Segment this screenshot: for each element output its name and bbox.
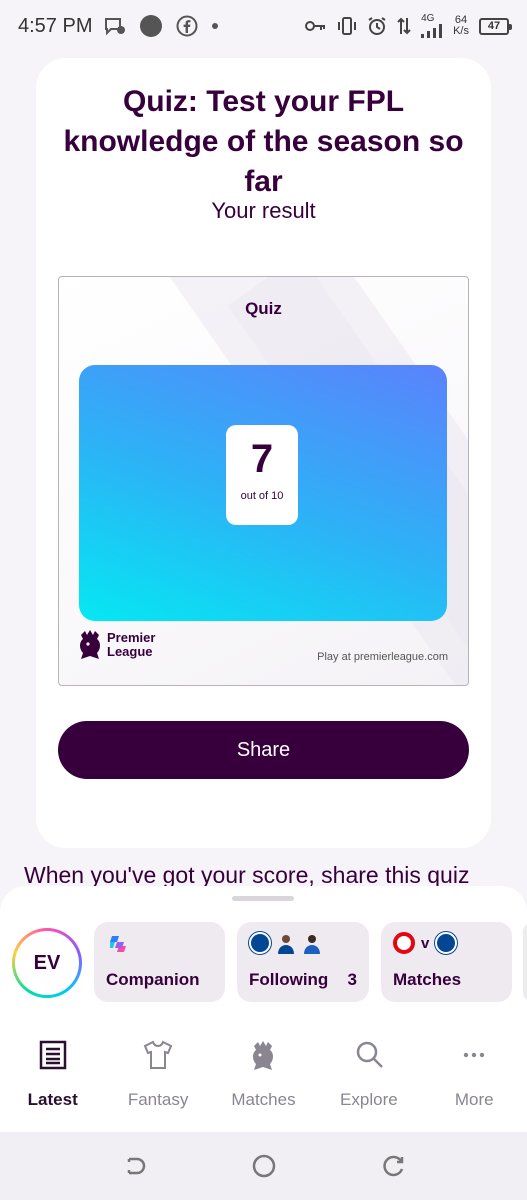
alarm-icon: [368, 17, 386, 35]
lion-crest-icon: [80, 630, 100, 659]
status-bar: 4:57 PM 4G 64 K/s 47: [0, 0, 527, 52]
lion-icon: [253, 1041, 274, 1070]
net-speed: 64 K/s: [453, 14, 469, 37]
network-type: 4G: [421, 13, 435, 24]
companion-label: Companion: [106, 970, 200, 989]
shirt-icon: [143, 1040, 173, 1069]
battery-icon: 47: [479, 17, 512, 35]
notification-icons: [104, 15, 219, 37]
nav-item-fantasy[interactable]: Fantasy: [105, 1026, 210, 1116]
vibrate-icon: [338, 17, 357, 35]
search-icon: [356, 1041, 383, 1068]
copilot-icon: [110, 936, 126, 952]
facebook-icon: [176, 15, 198, 37]
score-value: 7: [250, 437, 274, 481]
premier-league-logo: Premier League: [77, 629, 155, 661]
following-count: 3: [347, 970, 357, 989]
nav-item-latest[interactable]: Latest: [0, 1026, 105, 1116]
vpn-key-icon: [305, 21, 326, 31]
score-panel: 7 out of 10: [79, 365, 447, 621]
more-notifications-icon: [212, 23, 219, 29]
bottom-sheet: EV Companion Following 3 v Matches Lates…: [0, 886, 527, 1132]
signal-icon: [421, 24, 443, 38]
avatar[interactable]: EV: [12, 928, 82, 998]
chelsea-badge-icon: [435, 932, 458, 954]
player-icon: [278, 935, 294, 954]
page-title: Quiz: Test your FPL knowledge of the sea…: [63, 85, 464, 198]
brentford-badge-icon: [393, 932, 415, 954]
recents-icon[interactable]: [381, 1153, 407, 1179]
share-prompt-text: When you've got your score, share this q…: [24, 862, 470, 888]
versus-label: v: [421, 934, 430, 952]
share-button[interactable]: Share: [58, 721, 469, 779]
following-label: Following: [249, 970, 329, 989]
nav-item-matches[interactable]: Matches: [211, 1026, 316, 1116]
data-transfer-icon: [397, 17, 411, 35]
matches-chip[interactable]: v Matches: [381, 922, 512, 1002]
avatar-initials: EV: [15, 931, 79, 995]
app-notification-icon: [140, 15, 163, 37]
system-nav-bar: [0, 1132, 527, 1200]
next-chip-edge[interactable]: [523, 922, 527, 1002]
quiz-label: Quiz: [245, 299, 282, 318]
play-at-link: Play at premierleague.com: [317, 651, 448, 663]
quiz-result-card: Quiz: Test your FPL knowledge of the sea…: [36, 58, 491, 848]
score-box: 7 out of 10: [226, 425, 298, 525]
companion-chip[interactable]: Companion: [94, 922, 225, 1002]
system-status-icons: 4G 64 K/s 47: [305, 13, 512, 38]
status-time: 4:57 PM: [18, 14, 93, 37]
score-total: out of 10: [240, 490, 284, 502]
back-icon[interactable]: [121, 1153, 147, 1179]
matches-label: Matches: [393, 970, 462, 989]
more-dots-icon: [464, 1052, 485, 1058]
following-chip[interactable]: Following 3: [237, 922, 369, 1002]
result-subtitle: Your result: [211, 198, 316, 223]
chelsea-badge-icon: [249, 932, 271, 954]
home-icon[interactable]: [251, 1153, 277, 1179]
chat-notification-icon: [105, 18, 126, 36]
latest-icon: [39, 1040, 66, 1070]
bottom-nav: Latest Fantasy Matches Explore More: [0, 1026, 527, 1116]
player-icon: [304, 935, 320, 954]
drag-handle[interactable]: [232, 896, 294, 901]
nav-item-explore[interactable]: Explore: [316, 1026, 421, 1116]
nav-item-more[interactable]: More: [422, 1026, 527, 1116]
score-share-card: Quiz 7 out of 10 Premier League Play at …: [58, 276, 469, 686]
